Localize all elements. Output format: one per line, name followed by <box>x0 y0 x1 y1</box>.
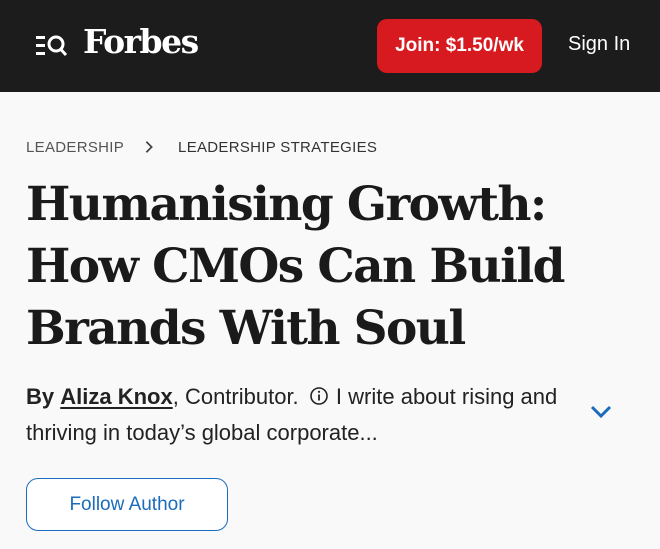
chevron-right-icon <box>145 141 153 153</box>
article-title: Humanising Growth: How CMOs Can Build Br… <box>26 177 565 356</box>
byline: By Aliza Knox, Contributor. I write abou… <box>26 379 566 451</box>
forbes-logo[interactable]: Forbes <box>83 22 199 61</box>
menu-search-icon[interactable] <box>36 33 68 59</box>
breadcrumb-item-leadership[interactable]: LEADERSHIP <box>26 139 124 156</box>
sign-in-link[interactable]: Sign In <box>568 33 630 56</box>
breadcrumb-item-leadership-strategies[interactable]: LEADERSHIP STRATEGIES <box>178 139 377 156</box>
author-link[interactable]: Aliza Knox <box>60 384 172 409</box>
follow-author-button[interactable]: Follow Author <box>26 478 228 531</box>
join-subscription-button[interactable]: Join: $1.50/wk <box>377 19 542 73</box>
byline-by-label: By <box>26 384 55 409</box>
info-icon[interactable] <box>309 386 329 406</box>
breadcrumb: LEADERSHIP LEADERSHIP STRATEGIES <box>26 137 377 157</box>
chevron-down-icon[interactable] <box>588 402 614 422</box>
author-role: , Contributor. <box>172 384 299 409</box>
top-bar: Forbes Join: $1.50/wk Sign In <box>0 0 660 92</box>
